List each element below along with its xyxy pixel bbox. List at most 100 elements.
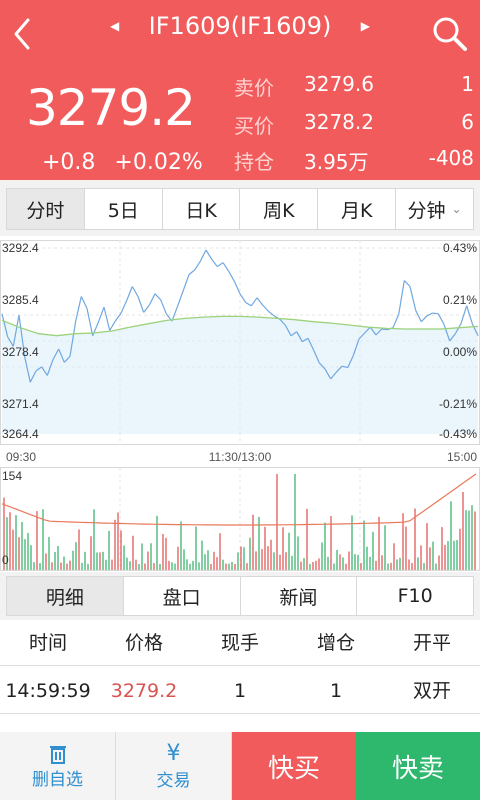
price-segment xyxy=(466,305,473,324)
contract-switcher: ◀ IF1609(IF1609) ▶ xyxy=(110,8,370,44)
price-segment xyxy=(211,258,218,267)
price-segment xyxy=(86,308,94,336)
price-segment xyxy=(222,262,230,272)
info-tabs: 明细 盘口 新闻 F10 xyxy=(6,576,474,616)
volume-avg-path xyxy=(1,473,477,526)
price-segment xyxy=(75,296,82,322)
price-segment xyxy=(216,262,224,268)
quick-sell-button[interactable]: 快卖 xyxy=(356,732,480,800)
price-segment xyxy=(120,300,128,314)
price-segment xyxy=(460,305,468,324)
price-segment xyxy=(256,297,264,306)
bid-row: 买价 3278.2 6 xyxy=(234,110,474,140)
change-value: +0.8 xyxy=(42,150,96,175)
price-segment xyxy=(432,312,439,315)
tab-minute-label: 分钟 xyxy=(407,199,446,222)
price-segment xyxy=(205,249,213,260)
open-interest-change: -408 xyxy=(428,146,474,170)
cell-volume: 1 xyxy=(233,680,247,702)
price-segment xyxy=(137,296,145,313)
y-label-4: 3271.4 xyxy=(2,397,39,411)
tab-f10[interactable]: F10 xyxy=(357,577,473,615)
table-header: 时间 价格 现手 增仓 开平 xyxy=(0,620,480,666)
tab-minute-dropdown[interactable]: 分钟 ⌄ xyxy=(396,189,473,229)
open-interest-row: 持仓 3.95万 -408 xyxy=(234,146,474,176)
intraday-chart[interactable]: 3292.4 3285.4 3278.4 3271.4 3264.4 0.43%… xyxy=(0,236,480,572)
price-segment xyxy=(437,313,445,325)
pct-label-4: -0.21% xyxy=(439,397,477,411)
cell-price: 3279.2 xyxy=(110,680,178,702)
tab-intraday[interactable]: 分时 xyxy=(7,189,85,229)
col-time: 时间 xyxy=(28,632,67,654)
price-segment xyxy=(233,280,241,295)
time-label-close: 15:00 xyxy=(447,450,477,464)
col-open-close: 开平 xyxy=(412,632,451,654)
price-segment xyxy=(154,293,162,301)
ask-label: 卖价 xyxy=(234,76,274,100)
tab-news[interactable]: 新闻 xyxy=(241,577,358,615)
bid-price: 3278.2 xyxy=(304,110,374,134)
price-segment xyxy=(109,320,116,331)
y-label-1: 3292.4 xyxy=(2,241,39,255)
price-segment xyxy=(262,304,269,312)
price-segment xyxy=(250,297,258,307)
tab-5day[interactable]: 5日 xyxy=(85,189,163,229)
trash-icon xyxy=(49,745,66,764)
quick-buy-button[interactable]: 快买 xyxy=(232,732,356,800)
search-icon[interactable] xyxy=(432,16,468,52)
trade-detail-table: 时间 价格 现手 增仓 开平 14:59:59 3279.2 1 1 双开 xyxy=(0,620,480,732)
price-segment xyxy=(177,290,184,307)
price-segment xyxy=(160,299,167,315)
pct-label-3: 0.00% xyxy=(443,345,477,359)
next-contract-icon[interactable]: ▶ xyxy=(361,19,370,33)
col-volume: 现手 xyxy=(220,632,259,654)
y-label-5: 3264.4 xyxy=(2,427,39,441)
col-price: 价格 xyxy=(124,632,163,654)
price-segment xyxy=(148,293,156,306)
y-label-3: 3278.4 xyxy=(2,345,39,359)
price-segment xyxy=(194,260,201,271)
volume-max-label: 154 xyxy=(2,469,22,483)
chevron-down-icon: ⌄ xyxy=(451,202,462,216)
ask-volume: 1 xyxy=(461,72,474,96)
tab-monthly-k[interactable]: 月K xyxy=(318,189,397,229)
remove-watchlist-label: 删自选 xyxy=(32,769,83,790)
bottom-action-bar: 删自选 ¥ 交易 快买 快卖 xyxy=(0,732,480,800)
pct-label-2: 0.21% xyxy=(443,293,477,307)
back-arrow-icon[interactable] xyxy=(8,14,36,54)
price-segment xyxy=(239,293,247,303)
bid-label: 买价 xyxy=(234,114,274,138)
cell-open-close: 双开 xyxy=(412,680,451,702)
volume-avg-line xyxy=(1,473,477,526)
remove-watchlist-button[interactable]: 删自选 xyxy=(0,732,116,800)
last-price: 3279.2 xyxy=(26,79,196,137)
time-label-open: 09:30 xyxy=(6,450,36,464)
col-oi-change: 增仓 xyxy=(316,632,355,654)
tab-order-book[interactable]: 盘口 xyxy=(124,577,241,615)
price-segment xyxy=(199,249,207,262)
price-segment xyxy=(392,314,400,328)
intraday-chart-svg: 3292.4 3285.4 3278.4 3271.4 3264.4 0.43%… xyxy=(0,240,480,571)
price-segment xyxy=(415,310,422,322)
quote-header: ◀ IF1609(IF1609) ▶ 3279.2 +0.8 +0.02% 卖价… xyxy=(0,0,480,180)
trade-label: 交易 xyxy=(156,770,191,791)
price-segment xyxy=(80,296,88,309)
price-segment xyxy=(403,280,411,287)
tab-daily-k[interactable]: 日K xyxy=(163,189,241,229)
tab-details[interactable]: 明细 xyxy=(7,577,124,615)
ask-row: 卖价 3279.6 1 xyxy=(234,72,474,102)
yen-icon: ¥ xyxy=(166,740,181,766)
tab-weekly-k[interactable]: 周K xyxy=(240,189,319,229)
price-segment xyxy=(131,286,139,297)
volume-min-label: 0 xyxy=(2,553,9,567)
pct-label-1: 0.43% xyxy=(443,241,477,255)
trade-button[interactable]: ¥ 交易 xyxy=(116,732,232,800)
price-segment xyxy=(126,286,133,301)
prev-contract-icon[interactable]: ◀ xyxy=(110,19,119,33)
price-segment xyxy=(228,271,235,282)
price-segment xyxy=(426,312,433,317)
y-label-2: 3285.4 xyxy=(2,293,39,307)
time-label-mid: 11:30/13:00 xyxy=(209,450,272,464)
change-percent: +0.02% xyxy=(114,150,203,175)
cell-oi-change: 1 xyxy=(329,680,343,702)
